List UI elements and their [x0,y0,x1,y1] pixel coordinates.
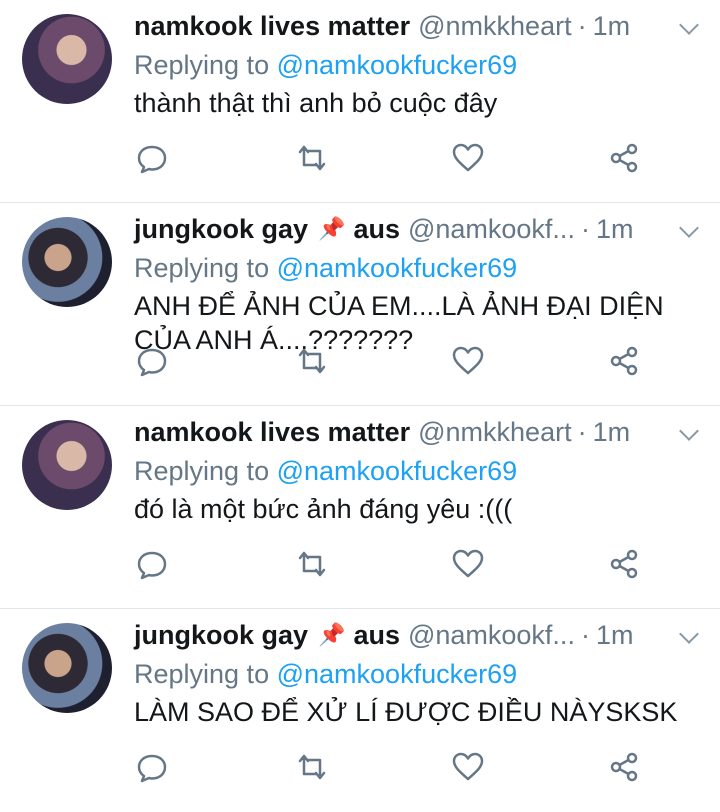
like-icon[interactable] [450,546,486,582]
display-name[interactable]: jungkook gay [134,620,308,651]
tweet[interactable]: jungkook gay 📌 aus @namkookf... · 1m Rep… [0,609,720,812]
display-name-suffix: aus [353,213,400,244]
chevron-down-icon[interactable] [679,218,699,238]
share-icon[interactable] [606,140,642,176]
share-icon[interactable] [606,546,642,582]
reply-mention-link[interactable]: @namkookfucker69 [277,659,518,689]
retweet-icon[interactable] [294,140,330,176]
share-icon[interactable] [606,749,642,785]
display-name-suffix: aus [353,619,400,650]
user-handle[interactable]: @namkookf... [408,620,575,651]
display-name[interactable]: namkook lives matter [134,417,410,448]
reply-icon[interactable] [134,140,170,176]
separator: · [577,416,587,447]
replying-to: Replying to @namkookfucker69 [134,456,517,487]
chevron-down-icon[interactable] [679,15,699,35]
timestamp[interactable]: 1m [593,11,631,42]
reply-icon[interactable] [134,546,170,582]
share-icon[interactable] [606,343,642,379]
tweet-text: đó là một bức ảnh đáng yêu :((( [134,494,513,524]
tweet-actions [134,343,654,379]
replying-label: Replying to [134,659,270,689]
tweet-actions [134,546,654,582]
tweet-header: namkook lives matter @nmkkheart · 1m [134,8,699,44]
separator: · [580,213,590,244]
timeline: namkook lives matter @nmkkheart · 1m Rep… [0,0,720,812]
retweet-icon[interactable] [294,546,330,582]
pushpin-icon: 📌 [318,216,346,241]
tweet[interactable]: namkook lives matter @nmkkheart · 1m Rep… [0,406,720,609]
reply-icon[interactable] [134,749,170,785]
tweet-header: namkook lives matter @nmkkheart · 1m [134,414,699,450]
like-icon[interactable] [450,140,486,176]
like-icon[interactable] [450,749,486,785]
display-name[interactable]: namkook lives matter [134,11,410,42]
replying-to: Replying to @namkookfucker69 [134,50,517,81]
replying-to: Replying to @namkookfucker69 [134,253,517,284]
reply-icon[interactable] [134,343,170,379]
user-handle[interactable]: @nmkkheart [418,417,571,448]
avatar[interactable] [22,623,112,713]
separator: · [577,10,587,41]
tweet-header: jungkook gay 📌 aus @namkookf... · 1m [134,211,699,247]
reply-mention-link[interactable]: @namkookfucker69 [277,456,518,486]
avatar[interactable] [22,420,112,510]
separator: · [580,619,590,650]
timestamp[interactable]: 1m [593,417,631,448]
replying-label: Replying to [134,50,270,80]
tweet-text: thành thật thì anh bỏ cuộc đây [134,88,498,118]
timestamp[interactable]: 1m [596,620,634,651]
tweet[interactable]: jungkook gay 📌 aus @namkookf... · 1m Rep… [0,203,720,406]
pushpin-icon: 📌 [318,622,346,647]
reply-mention-link[interactable]: @namkookfucker69 [277,50,518,80]
retweet-icon[interactable] [294,343,330,379]
replying-label: Replying to [134,456,270,486]
tweet[interactable]: namkook lives matter @nmkkheart · 1m Rep… [0,0,720,203]
chevron-down-icon[interactable] [679,421,699,441]
reply-mention-link[interactable]: @namkookfucker69 [277,253,518,283]
tweet-actions [134,749,654,785]
user-handle[interactable]: @namkookf... [408,214,575,245]
tweet-actions [134,140,654,176]
user-handle[interactable]: @nmkkheart [418,11,571,42]
avatar[interactable] [22,217,112,307]
replying-to: Replying to @namkookfucker69 [134,659,517,690]
avatar[interactable] [22,14,112,104]
tweet-header: jungkook gay 📌 aus @namkookf... · 1m [134,617,699,653]
replying-label: Replying to [134,253,270,283]
display-name[interactable]: jungkook gay [134,214,308,245]
like-icon[interactable] [450,343,486,379]
chevron-down-icon[interactable] [679,624,699,644]
tweet-text: LÀM SAO ĐỂ XỬ LÍ ĐƯỢC ĐIỀU NÀYSKSK [134,697,678,727]
retweet-icon[interactable] [294,749,330,785]
timestamp[interactable]: 1m [596,214,634,245]
